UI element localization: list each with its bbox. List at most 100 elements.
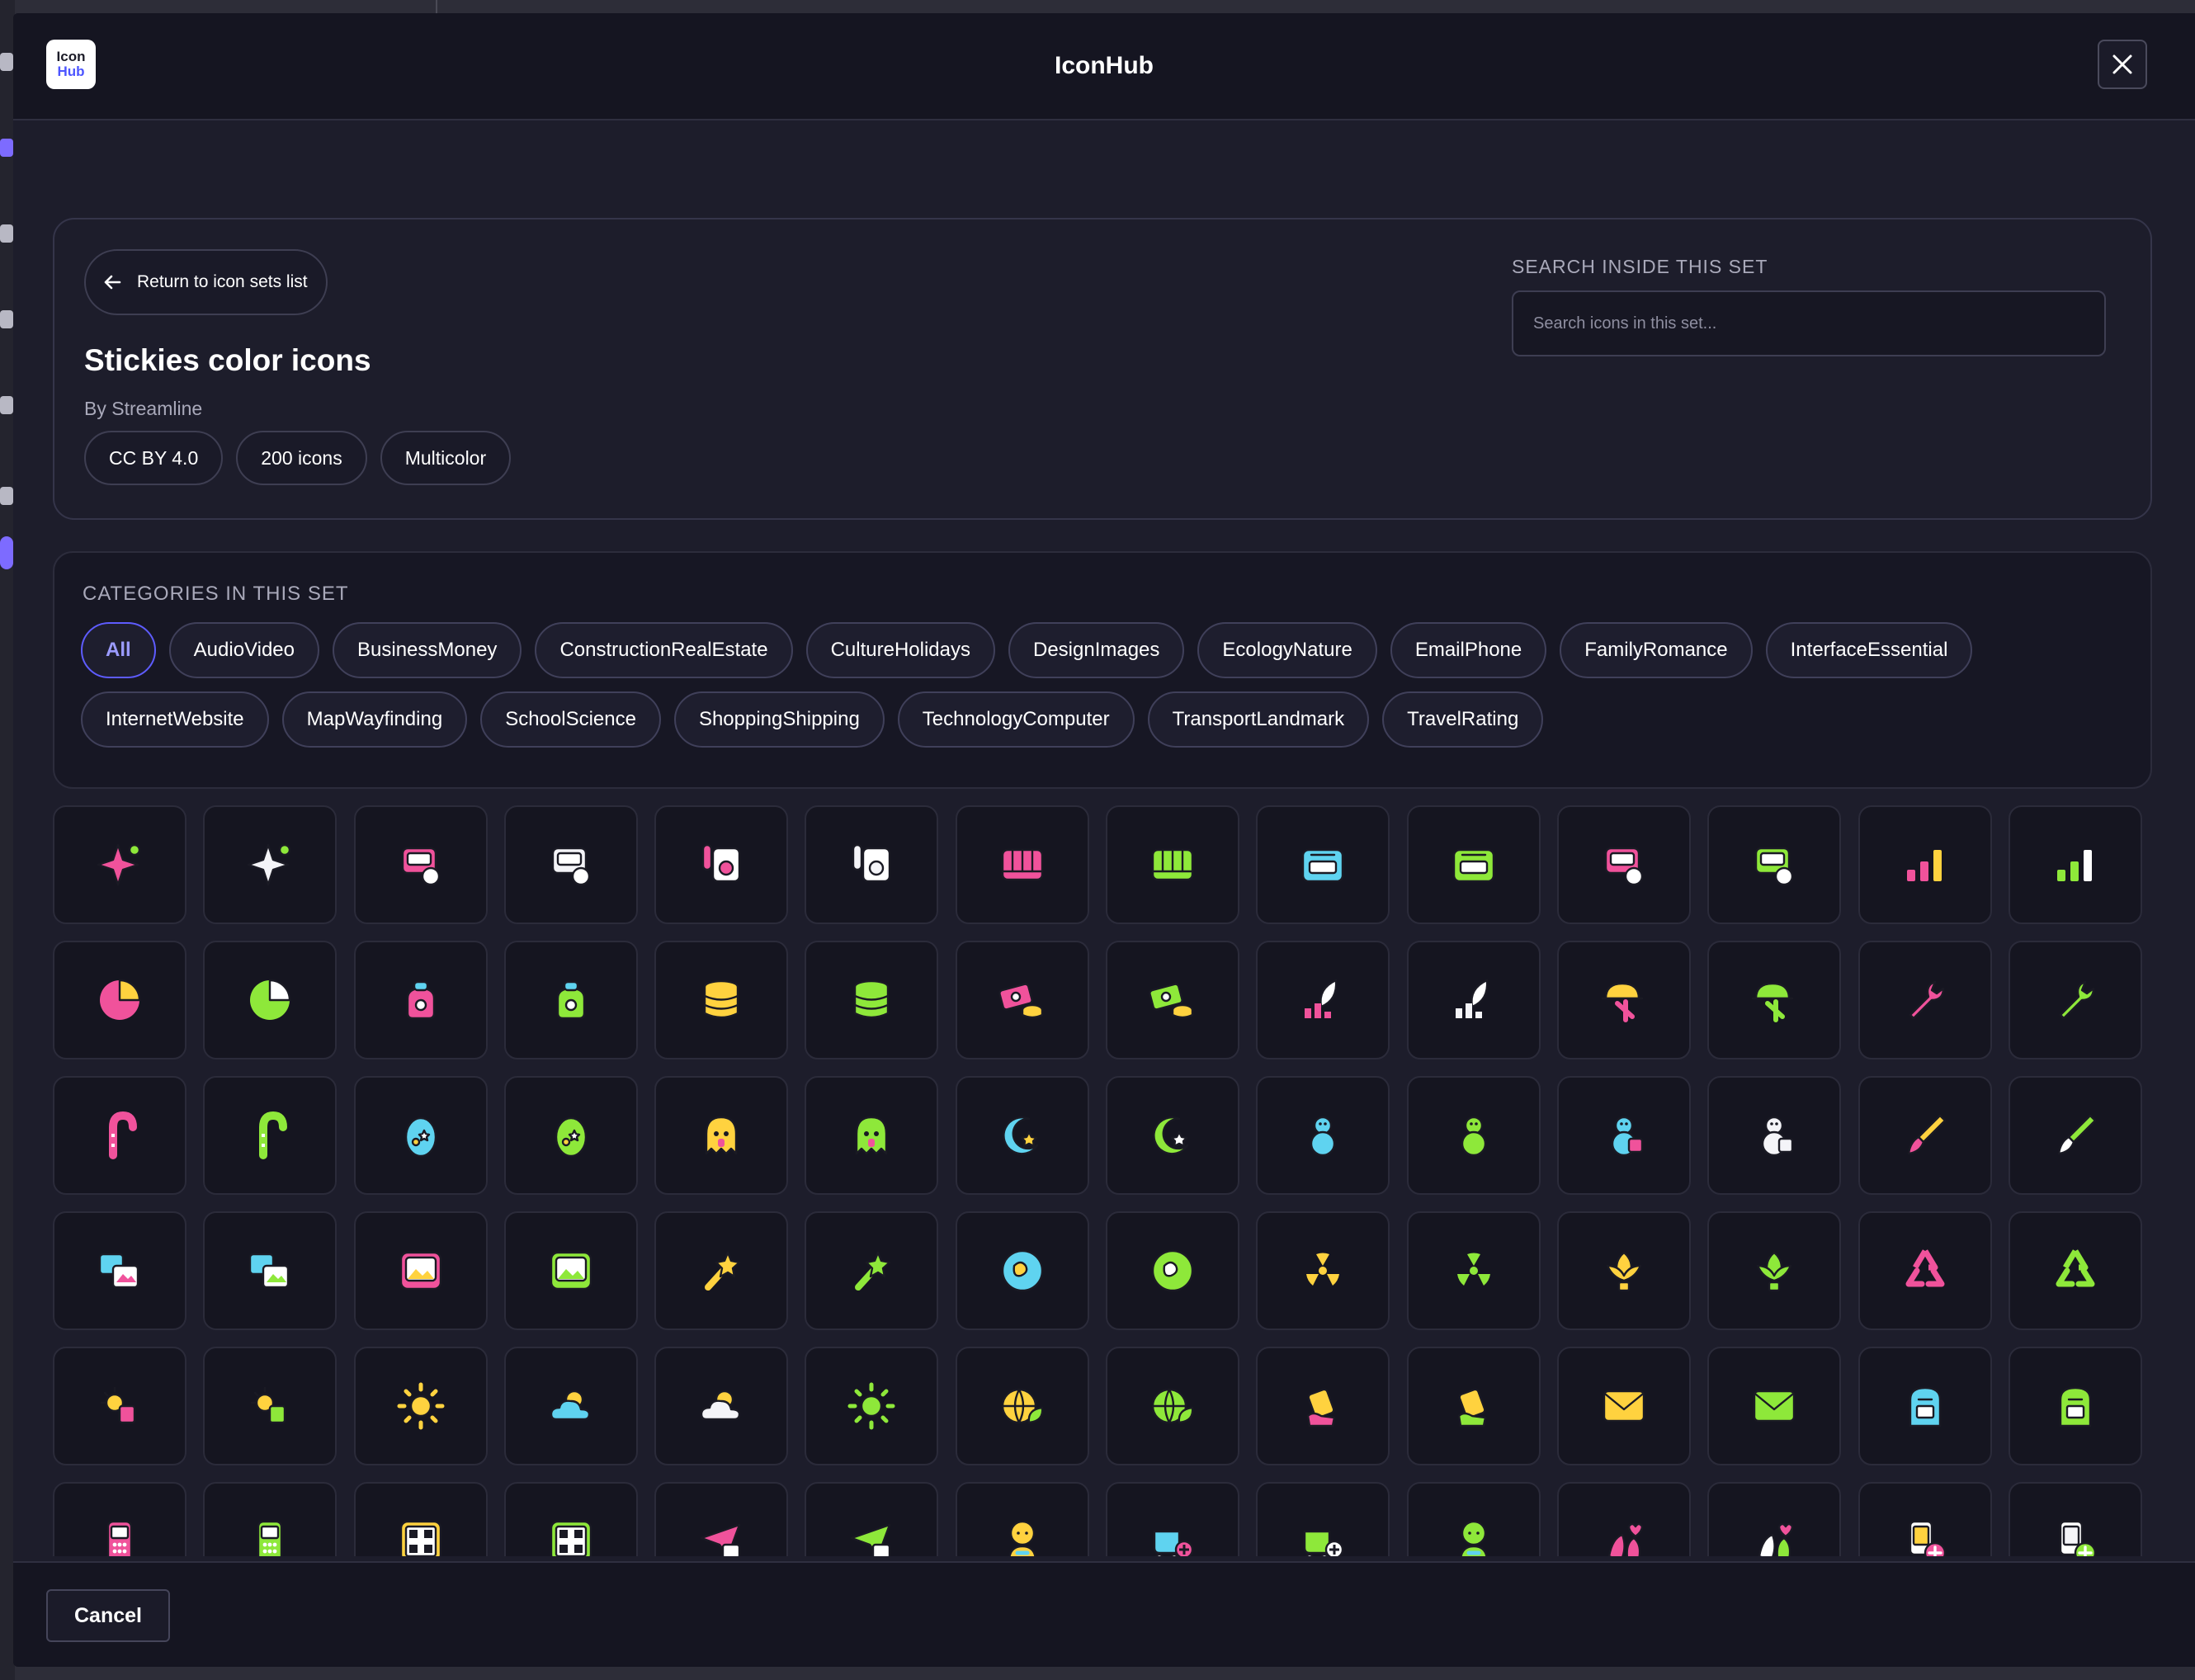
icon-tile[interactable]	[805, 1076, 939, 1195]
icon-tile[interactable]	[203, 1347, 338, 1465]
icon-tile[interactable]	[1256, 1076, 1390, 1195]
icon-tile[interactable]	[654, 1211, 789, 1330]
icon-tile[interactable]	[2008, 1347, 2142, 1465]
icon-tile[interactable]	[503, 1076, 638, 1195]
icon-tile[interactable]	[1256, 1211, 1390, 1330]
category-chip-ecologynature[interactable]: EcologyNature	[1197, 622, 1377, 678]
category-chip-all[interactable]: All	[81, 622, 156, 678]
icon-tile[interactable]	[53, 1347, 186, 1465]
icon-tile[interactable]	[1707, 1076, 1842, 1195]
icon-tile[interactable]	[1406, 1076, 1541, 1195]
category-chip-interfaceessential[interactable]: InterfaceEssential	[1765, 622, 1973, 678]
icon-tile[interactable]	[805, 805, 939, 924]
icon-tile[interactable]	[203, 1482, 338, 1556]
category-chip-familyromance[interactable]: FamilyRomance	[1560, 622, 1753, 678]
icon-tile[interactable]	[955, 1211, 1089, 1330]
icon-tile[interactable]	[1106, 805, 1240, 924]
category-chip-emailphone[interactable]: EmailPhone	[1390, 622, 1547, 678]
icon-tile[interactable]	[53, 1482, 186, 1556]
icon-tile[interactable]	[2008, 805, 2142, 924]
icon-tile[interactable]	[353, 1076, 488, 1195]
icon-tile[interactable]	[955, 1076, 1089, 1195]
icon-tile[interactable]	[805, 1482, 939, 1556]
icon-tile[interactable]	[805, 1347, 939, 1465]
icon-tile[interactable]	[1556, 1347, 1691, 1465]
icon-tile[interactable]	[1556, 1211, 1691, 1330]
icon-tile[interactable]	[955, 1482, 1089, 1556]
icon-tile[interactable]	[1707, 941, 1842, 1059]
icon-tile[interactable]	[654, 1482, 789, 1556]
icon-tile[interactable]	[1857, 941, 1992, 1059]
category-chip-designimages[interactable]: DesignImages	[1008, 622, 1185, 678]
icon-tile[interactable]	[1106, 1347, 1240, 1465]
icon-tile[interactable]	[805, 941, 939, 1059]
icon-tile[interactable]	[2008, 1211, 2142, 1330]
icon-tile[interactable]	[1707, 1347, 1842, 1465]
category-chip-shoppingshipping[interactable]: ShoppingShipping	[673, 691, 885, 748]
icon-tile[interactable]	[654, 1347, 789, 1465]
icon-tile[interactable]	[955, 805, 1089, 924]
icon-tile[interactable]	[203, 805, 338, 924]
icon-tile[interactable]	[654, 1076, 789, 1195]
category-chip-businessmoney[interactable]: BusinessMoney	[333, 622, 522, 678]
icon-tile[interactable]	[654, 941, 789, 1059]
category-chip-constructionrealestate[interactable]: ConstructionRealEstate	[535, 622, 793, 678]
icon-tile[interactable]	[1857, 1211, 1992, 1330]
icon-tile[interactable]	[1406, 941, 1541, 1059]
icon-tile[interactable]	[2008, 1482, 2142, 1556]
icon-tile[interactable]	[1556, 805, 1691, 924]
icon-tile[interactable]	[2008, 1076, 2142, 1195]
icon-tile[interactable]	[654, 805, 789, 924]
search-input[interactable]	[1512, 290, 2106, 356]
icon-tile[interactable]	[353, 1482, 488, 1556]
category-chip-schoolscience[interactable]: SchoolScience	[480, 691, 661, 748]
icon-tile[interactable]	[955, 1347, 1089, 1465]
icon-tile[interactable]	[503, 1482, 638, 1556]
category-chip-audiovideo[interactable]: AudioVideo	[168, 622, 320, 678]
icon-tile[interactable]	[1406, 1347, 1541, 1465]
cancel-button[interactable]: Cancel	[46, 1589, 170, 1642]
icon-tile[interactable]	[1857, 1482, 1992, 1556]
icon-tile[interactable]	[1857, 805, 1992, 924]
icon-tile[interactable]	[503, 1211, 638, 1330]
icon-tile[interactable]	[1256, 1347, 1390, 1465]
icon-tile[interactable]	[1106, 1076, 1240, 1195]
return-to-sets-button[interactable]: Return to icon sets list	[84, 249, 328, 315]
category-chip-internetwebsite[interactable]: InternetWebsite	[81, 691, 269, 748]
icon-tile[interactable]	[503, 805, 638, 924]
icon-tile[interactable]	[353, 941, 488, 1059]
category-chip-mapwayfinding[interactable]: MapWayfinding	[281, 691, 468, 748]
icon-tile[interactable]	[53, 941, 186, 1059]
icon-tile[interactable]	[1106, 941, 1240, 1059]
icon-tile[interactable]	[1857, 1347, 1992, 1465]
icon-tile[interactable]	[503, 1347, 638, 1465]
icon-tile[interactable]	[1857, 1076, 1992, 1195]
icon-tile[interactable]	[955, 941, 1089, 1059]
icon-tile[interactable]	[53, 1211, 186, 1330]
icon-tile[interactable]	[1106, 1211, 1240, 1330]
icon-tile[interactable]	[1406, 805, 1541, 924]
icon-tile[interactable]	[1106, 1482, 1240, 1556]
icon-tile[interactable]	[1556, 1482, 1691, 1556]
icon-tile[interactable]	[53, 1076, 186, 1195]
icon-tile[interactable]	[203, 941, 338, 1059]
icon-tile[interactable]	[353, 805, 488, 924]
icon-tile[interactable]	[353, 1211, 488, 1330]
category-chip-transportlandmark[interactable]: TransportLandmark	[1147, 691, 1370, 748]
category-chip-technologycomputer[interactable]: TechnologyComputer	[897, 691, 1135, 748]
close-button[interactable]	[2098, 40, 2147, 89]
icon-tile[interactable]	[203, 1211, 338, 1330]
icon-tile[interactable]	[53, 805, 186, 924]
icon-tile[interactable]	[1707, 1482, 1842, 1556]
icon-tile[interactable]	[203, 1076, 338, 1195]
icon-tile[interactable]	[1556, 941, 1691, 1059]
icon-tile[interactable]	[1556, 1076, 1691, 1195]
icon-tile[interactable]	[1256, 1482, 1390, 1556]
category-chip-cultureholidays[interactable]: CultureHolidays	[805, 622, 995, 678]
icon-tile[interactable]	[1406, 1211, 1541, 1330]
category-chip-travelrating[interactable]: TravelRating	[1382, 691, 1544, 748]
icon-tile[interactable]	[1707, 1211, 1842, 1330]
icon-tile[interactable]	[2008, 941, 2142, 1059]
icon-tile[interactable]	[1256, 941, 1390, 1059]
icon-tile[interactable]	[1707, 805, 1842, 924]
